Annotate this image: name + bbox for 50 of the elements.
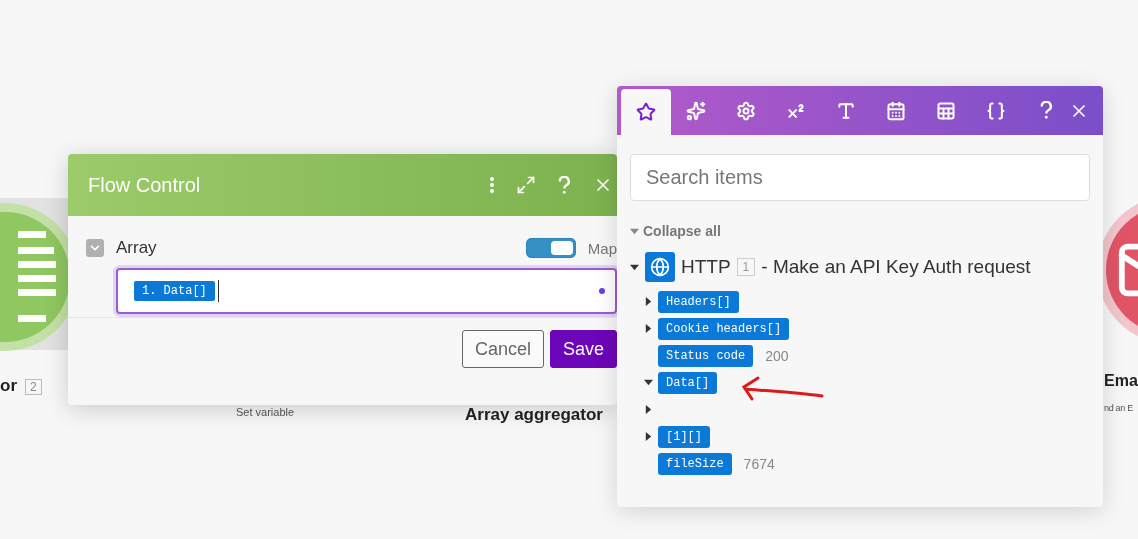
expand-toggle-icon[interactable] — [643, 405, 653, 414]
settings-icon — [736, 100, 756, 121]
globe-icon — [645, 252, 675, 282]
collapse-toggle[interactable] — [86, 239, 104, 257]
expand-toggle-icon[interactable] — [630, 262, 639, 272]
table-icon — [936, 100, 956, 121]
mapping-item[interactable]: fileSize — [658, 452, 732, 475]
mapped-token[interactable]: 1. Data[] — [134, 281, 215, 301]
panel-tab[interactable] — [621, 89, 671, 135]
more-icon — [490, 177, 495, 193]
node-title: or — [0, 376, 17, 395]
map-toggle[interactable] — [525, 238, 576, 258]
save-button[interactable]: Save — [549, 330, 617, 368]
dialog-title: Flow Control — [88, 173, 202, 197]
calendar-icon — [886, 100, 906, 121]
mapping-item[interactable]: [1][] — [658, 425, 710, 448]
node-badge: 2 — [25, 378, 42, 395]
help-icon[interactable] — [558, 176, 571, 194]
module-badge: 1 — [736, 258, 756, 276]
mapping-item[interactable]: Data[] — [658, 371, 718, 394]
field-dot-icon — [599, 288, 605, 294]
expand-toggle-icon[interactable] — [643, 324, 653, 333]
sparkles-icon — [686, 100, 706, 121]
node-title: Ema — [1104, 372, 1138, 389]
mapping-item[interactable]: Status code — [658, 344, 754, 367]
expand-toggle-icon[interactable] — [643, 297, 653, 306]
module-title: - Make an API Key Auth request — [761, 256, 1031, 278]
cancel-button[interactable]: Cancel — [461, 330, 544, 368]
node-subtitle: nd an E — [1104, 403, 1133, 413]
expand-toggle-icon[interactable] — [643, 432, 653, 441]
array-field[interactable]: 1. Data[] — [116, 268, 617, 314]
module-name: HTTP — [681, 256, 731, 278]
search-field[interactable]: Search items — [630, 154, 1090, 201]
node-subtitle: Set variable — [236, 406, 295, 418]
expand-button[interactable] — [516, 175, 537, 195]
help-icon[interactable] — [1040, 100, 1053, 119]
mapping-item[interactable]: Cookie headers[] — [658, 317, 790, 340]
item-value: 7674 — [743, 455, 775, 472]
field-label: Array — [116, 238, 158, 258]
toggle-label: Map — [587, 239, 617, 257]
mapping-item[interactable]: Headers[] — [658, 290, 739, 313]
collapse-all-link[interactable]: Collapse all — [630, 223, 721, 239]
letter-icon — [836, 100, 856, 121]
item-value: 200 — [765, 347, 789, 364]
node-title: Array aggregator — [465, 405, 603, 424]
braces-icon — [986, 100, 1006, 121]
expand-toggle-icon[interactable] — [643, 378, 653, 387]
expand-icon — [516, 175, 537, 195]
caret-icon — [630, 226, 639, 236]
star-icon — [636, 102, 656, 122]
